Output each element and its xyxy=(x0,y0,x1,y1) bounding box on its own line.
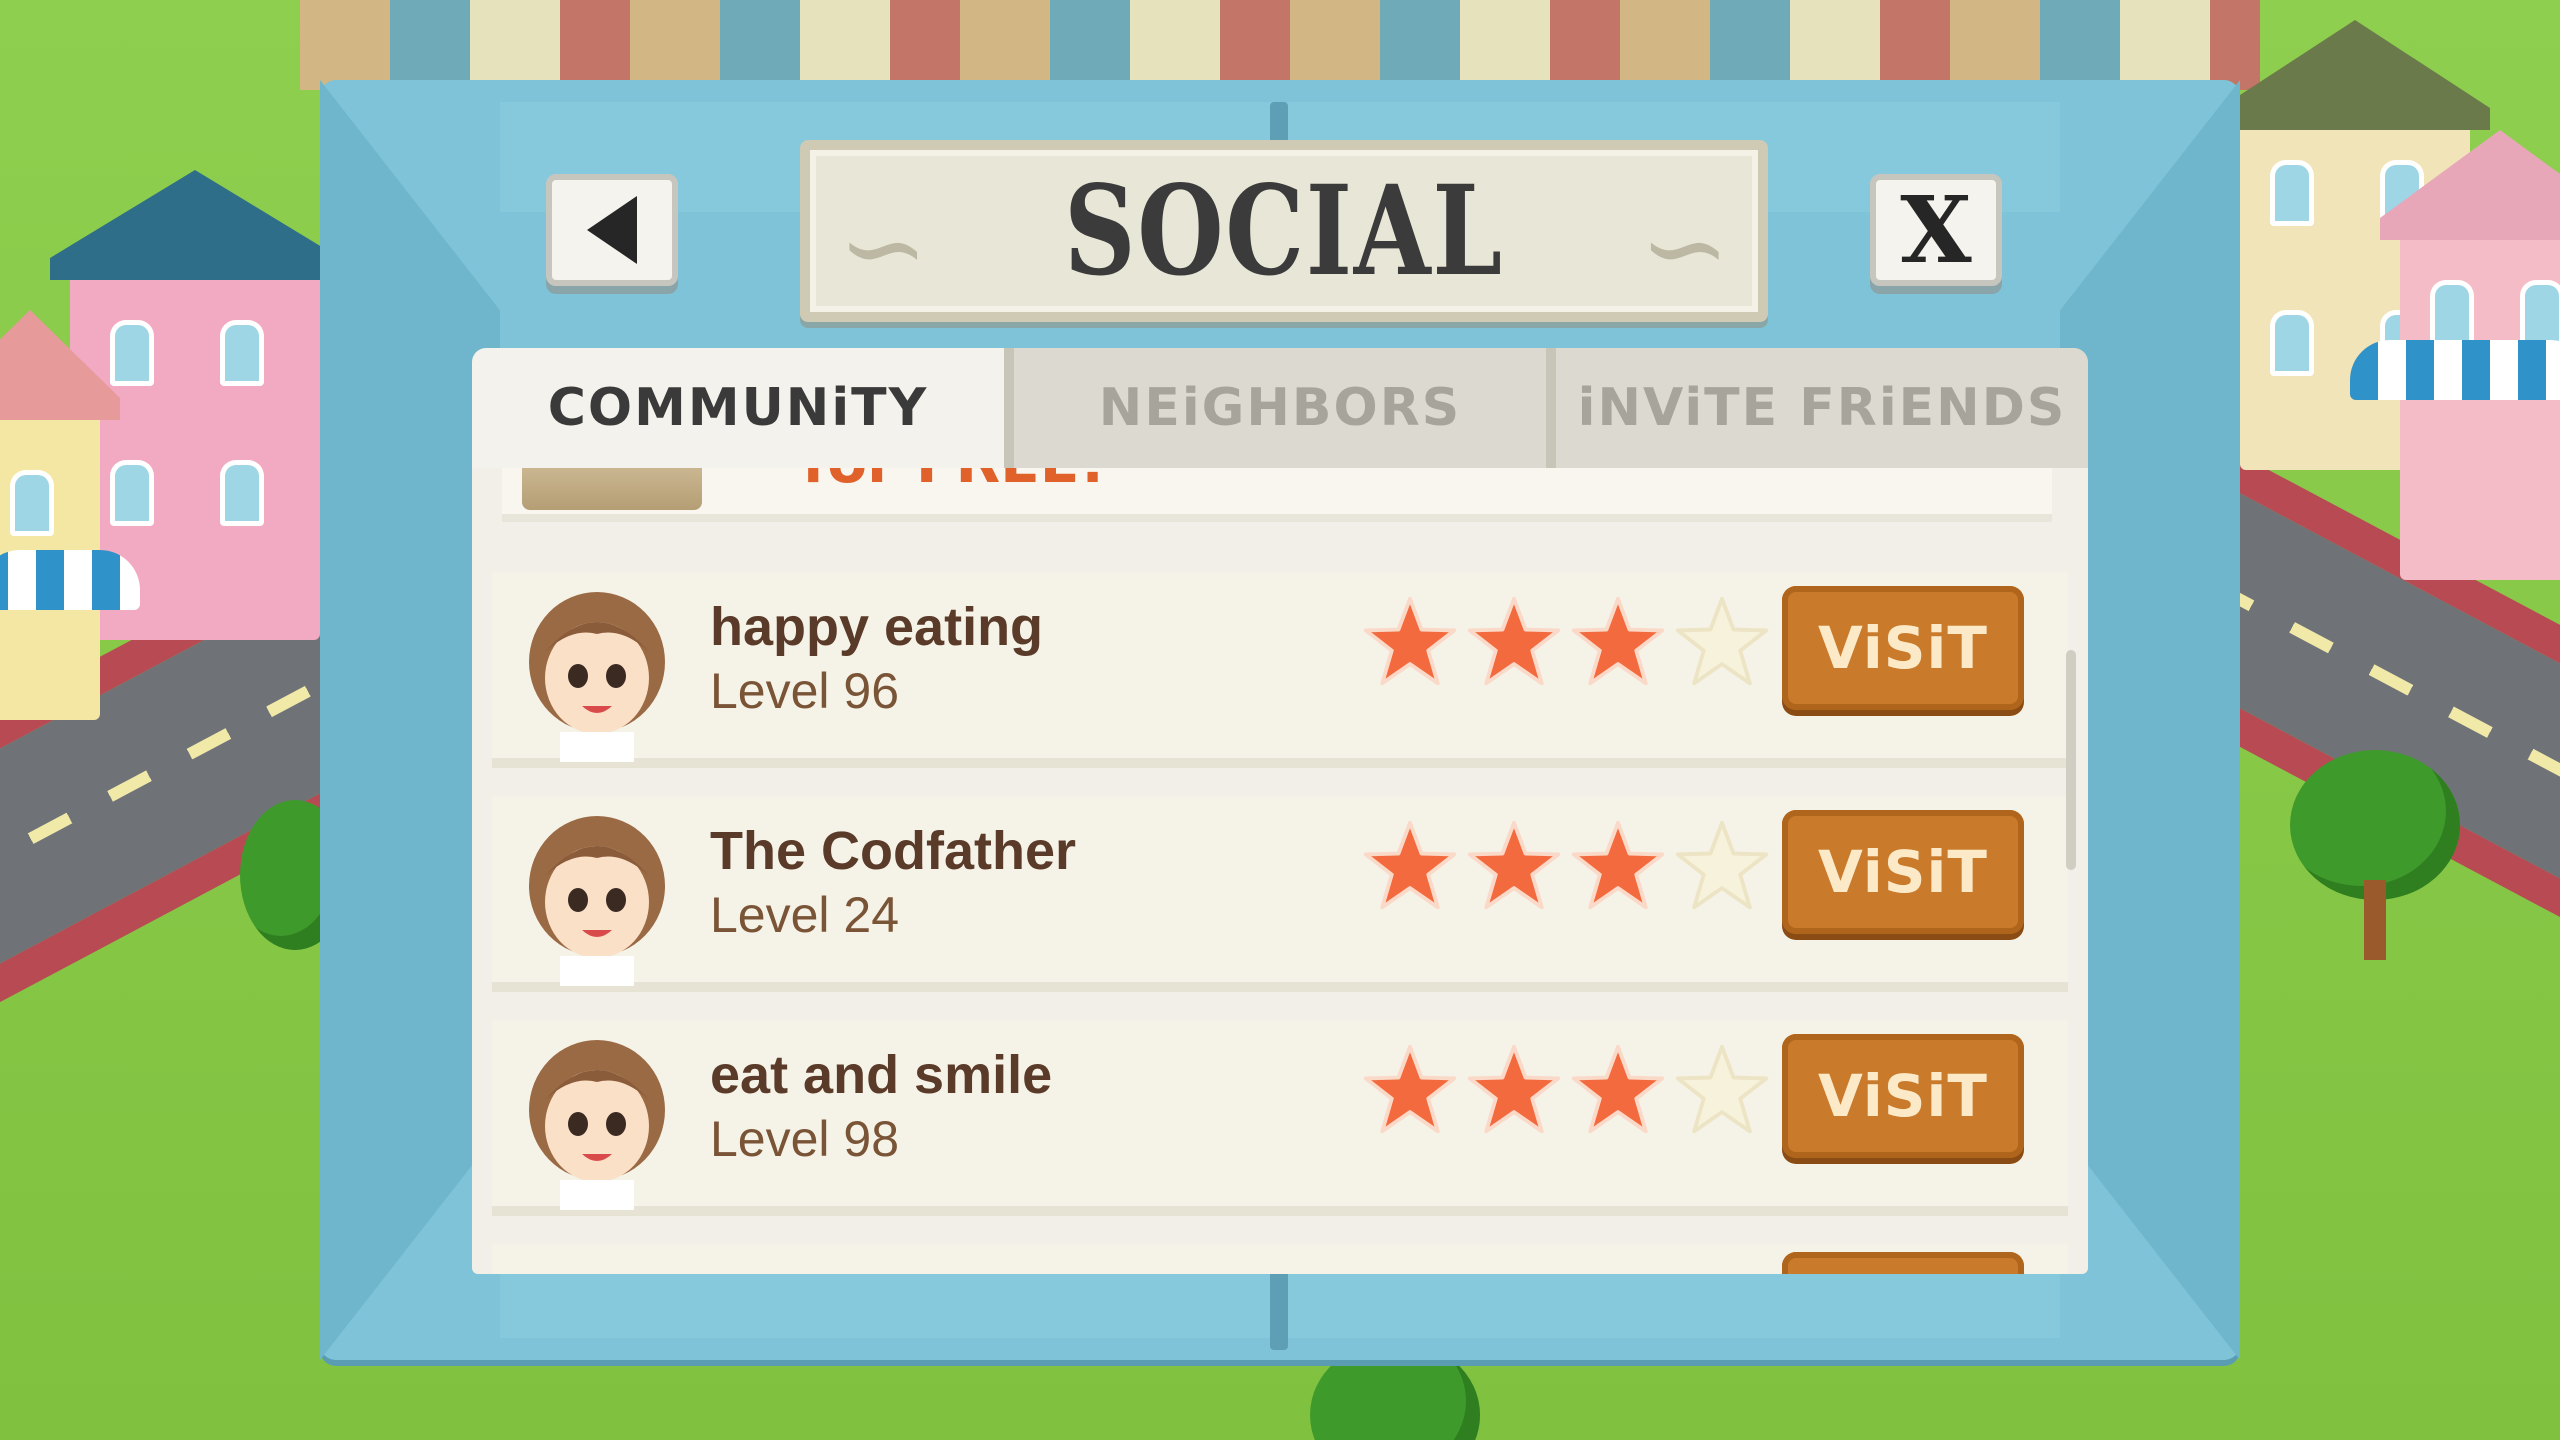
star-filled-icon xyxy=(1467,1044,1561,1134)
town-buildings-top xyxy=(300,0,2260,90)
close-button[interactable]: X xyxy=(1870,174,2002,286)
player-rating xyxy=(1362,1042,1770,1138)
player-name: eat and smile xyxy=(710,1045,1053,1105)
pink-house-right xyxy=(2380,130,2560,580)
awning-left xyxy=(0,550,140,610)
tab-community[interactable]: COMMUNiTY xyxy=(472,348,1014,468)
star-filled-icon xyxy=(1571,1044,1665,1134)
player-rating xyxy=(1362,818,1770,914)
list-item: eat and smile Level 98 ViSiT xyxy=(492,1020,2068,1216)
close-icon: X xyxy=(1900,176,1972,284)
chef-avatar-icon xyxy=(529,816,665,986)
list-item xyxy=(492,1244,2068,1274)
star-filled-icon xyxy=(1571,596,1665,686)
player-name: The Codfather xyxy=(710,821,1077,881)
star-filled-icon xyxy=(1363,820,1457,910)
title-plate: ∽ SOCIAL ∽ xyxy=(800,140,1768,322)
chef-avatar-icon xyxy=(529,592,665,762)
star-empty-icon xyxy=(1675,1044,1769,1134)
player-level: Level 96 xyxy=(710,663,900,719)
ornament-curl-icon: ∽ xyxy=(1639,186,1731,311)
player-level: Level 24 xyxy=(710,887,900,943)
star-filled-icon xyxy=(1467,596,1561,686)
player-level: Level 98 xyxy=(710,1111,900,1167)
star-filled-icon xyxy=(1467,820,1561,910)
list-item: happy eating Level 96 ViSiT xyxy=(492,572,2068,768)
star-filled-icon xyxy=(1363,596,1457,686)
ornament-curl-icon: ∽ xyxy=(838,186,929,311)
back-button[interactable] xyxy=(546,174,678,286)
player-name: happy eating xyxy=(710,597,1044,657)
page-title: SOCIAL xyxy=(1064,158,1504,304)
chef-avatar-icon xyxy=(529,1040,665,1210)
star-filled-icon xyxy=(1363,1044,1457,1134)
visit-button[interactable]: ViSiT xyxy=(1782,810,2024,934)
promo-thumbnail xyxy=(522,468,702,510)
list-scrollbar[interactable] xyxy=(2066,650,2076,870)
list-item: The Codfather Level 24 ViSiT xyxy=(492,796,2068,992)
tab-neighbors[interactable]: NEiGHBORS xyxy=(1014,348,1556,468)
star-empty-icon xyxy=(1675,820,1769,910)
visit-button[interactable]: ViSiT xyxy=(1782,1034,2024,1158)
tab-invite-friends[interactable]: iNViTE FRiENDS xyxy=(1556,348,2088,468)
star-filled-icon xyxy=(1571,820,1665,910)
visit-button[interactable]: ViSiT xyxy=(1782,586,2024,710)
community-list[interactable]: for FREE! happy eating Level 96 ViSiT Th… xyxy=(472,468,2088,1274)
back-arrow-icon xyxy=(587,196,637,264)
tab-bar: COMMUNiTY NEiGHBORS iNViTE FRiENDS xyxy=(472,348,2088,468)
star-empty-icon xyxy=(1675,596,1769,686)
promo-banner[interactable]: for FREE! xyxy=(502,468,2052,522)
awning-right xyxy=(2350,340,2560,400)
promo-text: for FREE! xyxy=(802,468,1106,496)
player-rating xyxy=(1362,594,1770,690)
visit-button[interactable] xyxy=(1782,1252,2024,1274)
